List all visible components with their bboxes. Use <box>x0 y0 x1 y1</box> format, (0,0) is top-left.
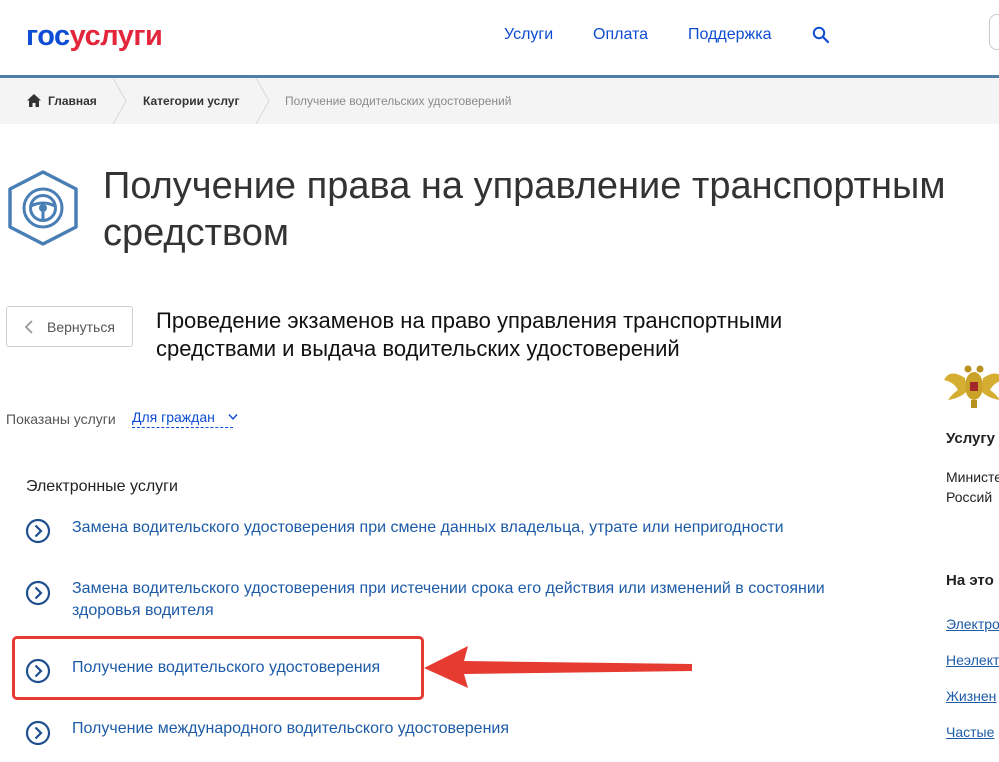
window-edge-control <box>989 14 999 50</box>
breadcrumb-separator <box>255 78 270 124</box>
back-button-label: Вернуться <box>47 319 115 335</box>
arrow-right-circle-icon <box>25 518 51 544</box>
nav-services[interactable]: Услуги <box>504 26 553 44</box>
home-icon[interactable] <box>27 94 41 107</box>
service-title: Проведение экзаменов на право управления… <box>156 308 783 361</box>
gosuslugi-logo[interactable]: госуслуги <box>26 20 163 53</box>
back-button[interactable]: Вернуться <box>6 306 133 347</box>
sidebar-provider-line: Россий <box>946 489 993 505</box>
double-headed-eagle-emblem-icon <box>944 365 999 408</box>
search-icon[interactable] <box>812 26 830 44</box>
logo-part-uslugi: услуги <box>69 20 163 52</box>
breadcrumb-current: Получение водительских удостоверений <box>285 94 512 108</box>
annotation-highlight-box <box>12 636 424 700</box>
nav-support[interactable]: Поддержка <box>688 26 771 44</box>
nav-payment[interactable]: Оплата <box>593 26 648 44</box>
breadcrumb-separator <box>112 78 127 124</box>
chevron-down-icon[interactable] <box>228 413 238 421</box>
annotation-arrow-icon <box>424 646 692 688</box>
section-heading-electronic: Электронные услуги <box>26 478 178 495</box>
steering-wheel-icon <box>8 170 78 246</box>
filter-label: Показаны услуги <box>6 411 116 427</box>
sidebar-provider-line: Министе <box>946 469 999 485</box>
arrow-right-circle-icon <box>25 580 51 606</box>
audience-filter-dropdown[interactable]: Для граждан <box>132 409 233 428</box>
sidebar-link-electronic[interactable]: Электро <box>946 616 999 632</box>
service-link[interactable]: Замена водительского удостоверения при и… <box>72 578 832 622</box>
service-link[interactable]: Замена водительского удостоверения при с… <box>72 517 832 539</box>
sidebar-link-life-situations[interactable]: Жизнен <box>946 688 996 704</box>
sidebar-link-faq[interactable]: Частые <box>946 724 994 740</box>
arrow-right-circle-icon <box>25 720 51 746</box>
site-header: госуслуги Услуги Оплата Поддержка <box>0 0 999 76</box>
breadcrumb-home[interactable]: Главная <box>48 94 97 108</box>
service-link[interactable]: Получение международного водительского у… <box>72 718 832 740</box>
breadcrumb-categories[interactable]: Категории услуг <box>143 94 239 108</box>
sidebar-on-page-heading: На это <box>946 572 994 589</box>
chevron-left-icon <box>24 320 33 334</box>
page-title: Получение права на управление транспортн… <box>103 165 946 254</box>
breadcrumb: Главная Категории услуг Получение водите… <box>0 78 999 124</box>
sidebar-link-non-electronic[interactable]: Неэлект <box>946 652 999 668</box>
sidebar-provider-heading: Услугу <box>946 430 995 447</box>
logo-part-gos: гос <box>26 20 70 52</box>
